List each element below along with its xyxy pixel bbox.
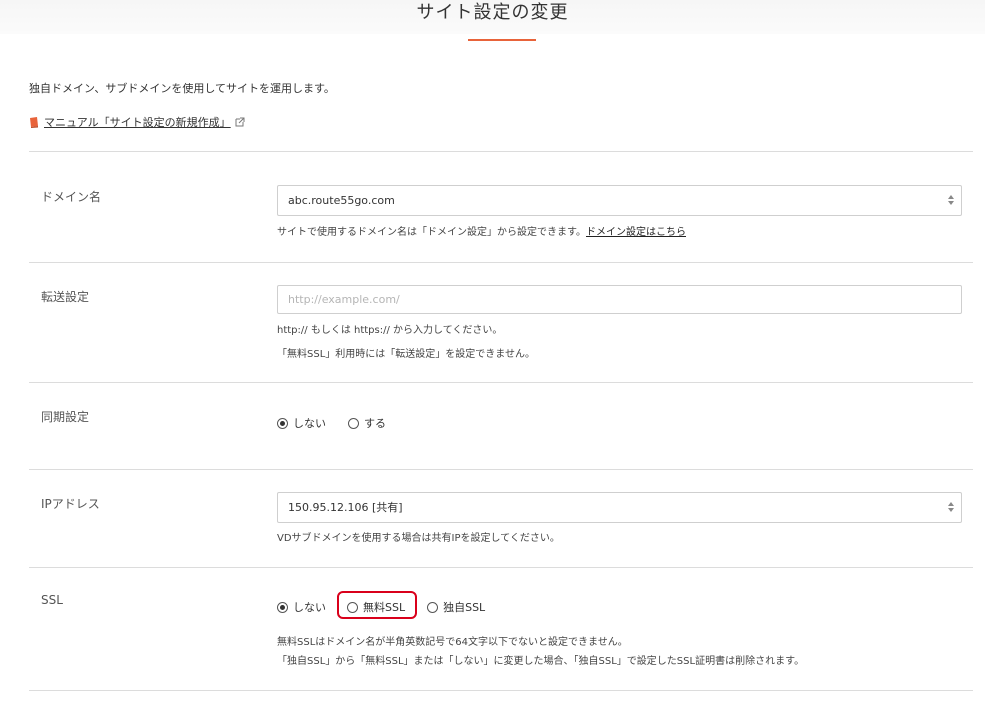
free-ssl-highlight [337,591,417,619]
divider [29,382,973,383]
manual-link-label[interactable]: マニュアル「サイト設定の新規作成」 [44,114,231,130]
sync-option-off[interactable]: しない [277,415,326,431]
sync-option-on[interactable]: する [348,415,386,431]
sync-option-off-label: しない [293,417,326,430]
divider [29,690,973,691]
ssl-option-custom[interactable]: 独自SSL [427,599,485,615]
ip-select[interactable]: 150.95.12.106 [共有] [277,492,962,523]
book-icon [30,116,38,128]
manual-link[interactable]: マニュアル「サイト設定の新規作成」 [29,114,245,130]
ssl-option-none[interactable]: しない [277,599,326,615]
ssl-option-custom-label: 独自SSL [443,601,486,614]
ip-select-value: 150.95.12.106 [共有] [288,501,403,514]
domain-label: ドメイン名 [41,190,102,204]
divider [29,151,973,152]
page-title: サイト設定の変更 [416,2,569,23]
domain-help-text: サイトで使用するドメイン名は「ドメイン設定」から設定できます。 [277,227,586,238]
domain-select[interactable]: abc.route55go.com [277,185,962,216]
redirect-help-1: http:// もしくは https:// から入力してください。 [277,325,503,336]
redirect-label: 転送設定 [41,290,90,304]
redirect-help-2: 「無料SSL」利用時には「転送設定」を設定できません。 [277,349,535,360]
domain-help: サイトで使用するドメイン名は「ドメイン設定」から設定できます。ドメイン設定はこち… [277,223,686,238]
ssl-help-2: 「独自SSL」から「無料SSL」または「しない」に変更した場合、「独自SSL」で… [277,656,805,667]
sync-label: 同期設定 [41,410,90,424]
sync-option-on-label: する [364,417,386,430]
radio-checked-icon[interactable] [277,417,288,429]
radio-unchecked-icon[interactable] [427,601,439,613]
divider [29,262,973,263]
title-underline [468,39,536,41]
divider [29,567,973,568]
domain-select-value: abc.route55go.com [288,194,395,207]
radio-unchecked-icon[interactable] [348,417,359,429]
ip-label: IPアドレス [41,497,100,511]
ssl-option-none-label: しない [293,601,326,614]
divider [29,469,973,470]
external-link-icon [235,117,245,127]
domain-settings-link[interactable]: ドメイン設定はこちら [586,227,686,238]
select-arrows-icon [948,502,954,512]
ssl-help-1: 無料SSLはドメイン名が半角英数記号で64文字以下でないと設定できません。 [277,637,628,648]
ssl-label: SSL [41,593,63,607]
intro-text: 独自ドメイン、サブドメインを使用してサイトを運用します。 [29,82,335,95]
select-arrows-icon [948,195,954,205]
sync-radio-group: しない する [277,415,408,431]
ip-help: VDサブドメインを使用する場合は共有IPを設定してください。 [277,533,560,544]
radio-checked-icon[interactable] [277,601,288,613]
redirect-url-input[interactable] [277,285,962,314]
